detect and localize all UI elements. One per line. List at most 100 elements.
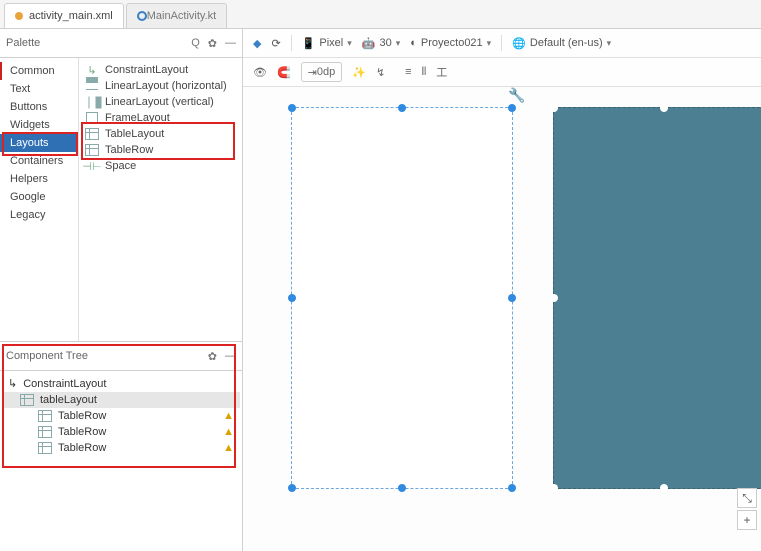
warning-icon[interactable]: ▲ xyxy=(223,442,234,454)
align-icon[interactable]: ≡ xyxy=(405,66,411,78)
component-tree-header: Component Tree ✿ — xyxy=(0,342,242,371)
design-editor: ◆ ⟳ 📱 Pixel ▾ 🤖 30 ▾ ◐ Proyecto021 ▾ 🌐 D… xyxy=(243,29,761,551)
wrench-icon[interactable]: 🔧 xyxy=(508,87,525,104)
layout-icon xyxy=(38,410,52,422)
category-layouts[interactable]: Layouts xyxy=(0,134,78,152)
default-margin[interactable]: ⇥ 0dp xyxy=(301,62,343,82)
category-common[interactable]: Common xyxy=(0,62,78,80)
tree-node-tablerow[interactable]: TableRow▲ xyxy=(2,424,240,440)
resize-handle[interactable] xyxy=(508,484,516,492)
layout-icon: ⊣⊢ xyxy=(85,160,99,172)
separator xyxy=(291,35,292,51)
layout-icon xyxy=(38,426,52,438)
resize-handle[interactable] xyxy=(508,294,516,302)
palette-item-tablerow[interactable]: TableRow xyxy=(79,142,242,158)
palette-item-tablelayout[interactable]: TableLayout xyxy=(79,126,242,142)
tab-main-activity[interactable]: MainActivity.kt xyxy=(126,3,227,28)
resize-handle[interactable] xyxy=(288,484,296,492)
resize-handle[interactable] xyxy=(550,484,558,492)
category-widgets[interactable]: Widgets xyxy=(0,116,78,134)
layout-icon: ↳ xyxy=(85,64,99,76)
layout-icon xyxy=(85,112,99,124)
blueprint-view[interactable] xyxy=(553,107,761,489)
orientation-icon[interactable]: ⟳ xyxy=(271,37,280,50)
category-containers[interactable]: Containers xyxy=(0,152,78,170)
left-panel: Palette Q ✿ — Common Text Buttons Widget… xyxy=(0,29,243,551)
chevron-down-icon: ▾ xyxy=(607,38,612,49)
api-selector[interactable]: 🤖 30 ▾ xyxy=(362,37,400,50)
palette-item-linearlayout-v[interactable]: LinearLayout (vertical) xyxy=(79,94,242,110)
resize-handle[interactable] xyxy=(550,104,558,112)
resize-handle[interactable] xyxy=(660,484,668,492)
design-toolbar-top: ◆ ⟳ 📱 Pixel ▾ 🤖 30 ▾ ◐ Proyecto021 ▾ 🌐 D… xyxy=(243,29,761,58)
tab-label: activity_main.xml xyxy=(29,10,113,22)
locale-selector[interactable]: 🌐 Default (en-us) ▾ xyxy=(512,37,611,50)
layout-icon xyxy=(20,394,34,406)
zoom-in-button[interactable]: + xyxy=(737,510,757,530)
layout-icon xyxy=(85,144,99,156)
device-selector[interactable]: 📱 Pixel ▾ xyxy=(302,37,352,50)
pack-icon[interactable]: ⫴ xyxy=(422,66,427,79)
warning-icon[interactable]: ▲ xyxy=(223,410,234,422)
layout-icon xyxy=(85,80,99,92)
resize-handle[interactable] xyxy=(660,104,668,112)
chevron-down-icon: ▾ xyxy=(396,38,401,49)
palette-categories: Common Text Buttons Widgets Layouts Cont… xyxy=(0,58,79,341)
gear-icon[interactable]: ✿ xyxy=(208,350,217,363)
palette-body: Common Text Buttons Widgets Layouts Cont… xyxy=(0,58,242,341)
category-text[interactable]: Text xyxy=(0,80,78,98)
chevron-down-icon: ▾ xyxy=(347,38,352,49)
component-tree-body: ↳ConstraintLayout tableLayout TableRow▲ … xyxy=(0,371,242,460)
tree-node-tablerow[interactable]: TableRow▲ xyxy=(2,440,240,456)
layout-icon xyxy=(85,128,99,140)
gear-icon[interactable]: ✿ xyxy=(208,37,217,50)
chevron-down-icon: ▾ xyxy=(487,38,492,49)
main-area: Palette Q ✿ — Common Text Buttons Widget… xyxy=(0,29,761,551)
design-canvas[interactable]: 🔧 🔧 ⤡ + xyxy=(243,87,761,551)
layout-icon xyxy=(85,96,99,108)
tab-activity-main[interactable]: activity_main.xml xyxy=(4,3,124,28)
zoom-out-button[interactable]: ⤡ xyxy=(737,488,757,508)
category-legacy[interactable]: Legacy xyxy=(0,206,78,224)
xml-file-icon xyxy=(15,12,23,20)
design-view[interactable] xyxy=(291,107,513,489)
component-tree-title: Component Tree xyxy=(6,350,88,362)
separator xyxy=(501,35,502,51)
tree-node-root[interactable]: ↳ConstraintLayout xyxy=(2,375,240,392)
guidelines-icon[interactable]: 工 xyxy=(436,64,447,80)
palette-title: Palette xyxy=(6,37,40,49)
layout-icon: ↳ xyxy=(8,377,17,390)
category-helpers[interactable]: Helpers xyxy=(0,170,78,188)
view-options-icon[interactable]: 👁 xyxy=(253,66,267,79)
tree-node-tablelayout[interactable]: tableLayout xyxy=(2,392,240,408)
warning-icon[interactable]: ▲ xyxy=(223,426,234,438)
resize-handle[interactable] xyxy=(398,104,406,112)
clear-constraints-icon[interactable]: ✨ xyxy=(352,66,366,79)
resize-handle[interactable] xyxy=(288,104,296,112)
palette-item-framelayout[interactable]: FrameLayout xyxy=(79,110,242,126)
infer-constraints-icon[interactable]: ↯ xyxy=(376,66,385,79)
resize-handle[interactable] xyxy=(288,294,296,302)
palette-item-space[interactable]: ⊣⊢Space xyxy=(79,158,242,174)
design-surface-icon[interactable]: ◆ xyxy=(253,37,261,50)
component-tree-panel: Component Tree ✿ — ↳ConstraintLayout tab… xyxy=(0,341,242,551)
category-google[interactable]: Google xyxy=(0,188,78,206)
editor-tabs: activity_main.xml MainActivity.kt xyxy=(0,0,761,29)
design-toolbar-options: 👁 🧲 ⇥ 0dp ✨ ↯ ≡ ⫴ 工 xyxy=(243,58,761,87)
collapse-icon[interactable]: — xyxy=(225,37,236,50)
tree-node-tablerow[interactable]: TableRow▲ xyxy=(2,408,240,424)
kotlin-file-icon xyxy=(137,11,147,21)
resize-handle[interactable] xyxy=(550,294,558,302)
palette-header: Palette Q ✿ — xyxy=(0,29,242,58)
resize-handle[interactable] xyxy=(398,484,406,492)
tab-label: MainActivity.kt xyxy=(147,10,216,22)
palette-item-linearlayout-h[interactable]: LinearLayout (horizontal) xyxy=(79,78,242,94)
resize-handle[interactable] xyxy=(508,104,516,112)
theme-selector[interactable]: ◐ Proyecto021 ▾ xyxy=(410,37,491,49)
search-icon[interactable]: Q xyxy=(191,37,200,50)
palette-items: ↳ConstraintLayout LinearLayout (horizont… xyxy=(79,58,242,341)
collapse-icon[interactable]: — xyxy=(225,350,236,363)
palette-item-constraintlayout[interactable]: ↳ConstraintLayout xyxy=(79,62,242,78)
autoconnect-icon[interactable]: 🧲 xyxy=(277,66,291,79)
category-buttons[interactable]: Buttons xyxy=(0,98,78,116)
